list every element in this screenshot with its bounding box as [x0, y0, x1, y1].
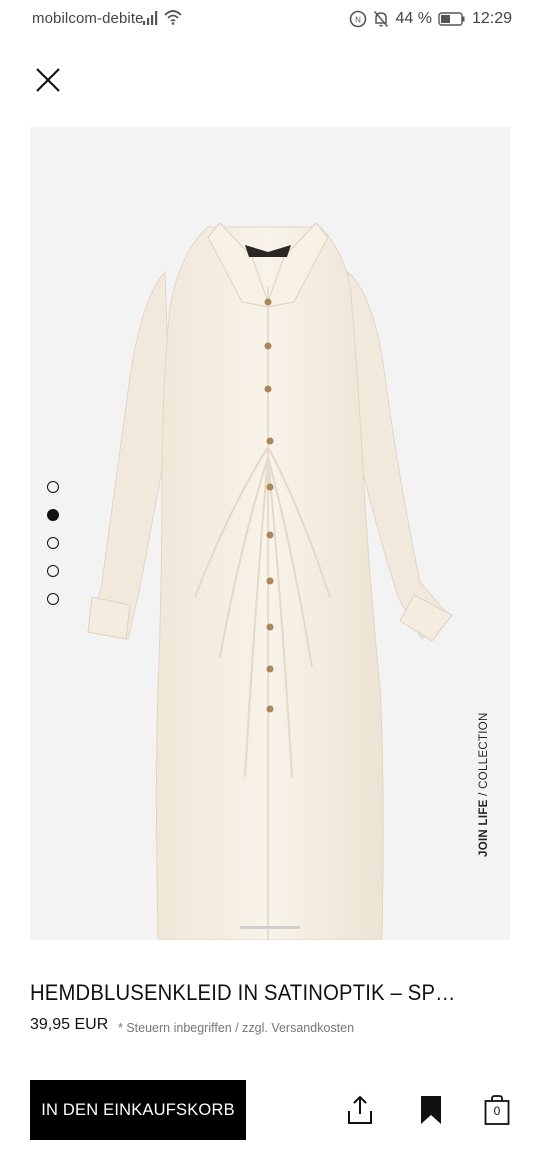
- battery-icon: [438, 12, 465, 26]
- pagination-dot[interactable]: [47, 537, 59, 549]
- join-life-rest: / COLLECTION: [478, 712, 490, 800]
- product-title: HEMDBLUSENKLEID IN SATINOPTIK – SP…: [30, 980, 456, 1005]
- signal-icon: [143, 11, 158, 25]
- mute-bell-icon: [374, 11, 389, 27]
- join-life-bold: JOIN LIFE: [478, 799, 490, 857]
- pagination-dot[interactable]: [47, 593, 59, 605]
- pagination-dot-active[interactable]: [47, 509, 59, 521]
- shopping-bag-button[interactable]: 0: [484, 1094, 514, 1126]
- scroll-indicator: [240, 926, 300, 929]
- bag-count: 0: [493, 1104, 501, 1118]
- status-right: N 44 % 12:29: [349, 8, 512, 30]
- status-bar: mobilcom-debite N 44 % 12:29: [0, 0, 540, 38]
- product-price: 39,95 EUR: [30, 1016, 109, 1033]
- image-pagination: [47, 481, 59, 605]
- clock: 12:29: [471, 10, 512, 27]
- tax-note[interactable]: * Steuern inbegriffen / zzgl. Versandkos…: [118, 1021, 354, 1035]
- pagination-dot[interactable]: [47, 565, 59, 577]
- join-life-badge: JOIN LIFE / COLLECTION: [478, 712, 490, 857]
- nfc-icon: N: [350, 10, 367, 28]
- carrier-name: mobilcom-debite: [32, 10, 144, 27]
- svg-text:N: N: [356, 16, 362, 25]
- close-icon[interactable]: [34, 66, 62, 94]
- battery-percent: 44 %: [395, 10, 432, 27]
- pagination-dot[interactable]: [47, 481, 59, 493]
- wifi-icon: [164, 10, 182, 25]
- add-to-cart-button[interactable]: IN DEN EINKAUFSKORB: [30, 1080, 246, 1140]
- bookmark-icon[interactable]: [416, 1094, 446, 1126]
- product-image-gallery[interactable]: JOIN LIFE / COLLECTION: [30, 127, 510, 940]
- product-image: [87, 222, 453, 940]
- share-icon[interactable]: [345, 1094, 375, 1126]
